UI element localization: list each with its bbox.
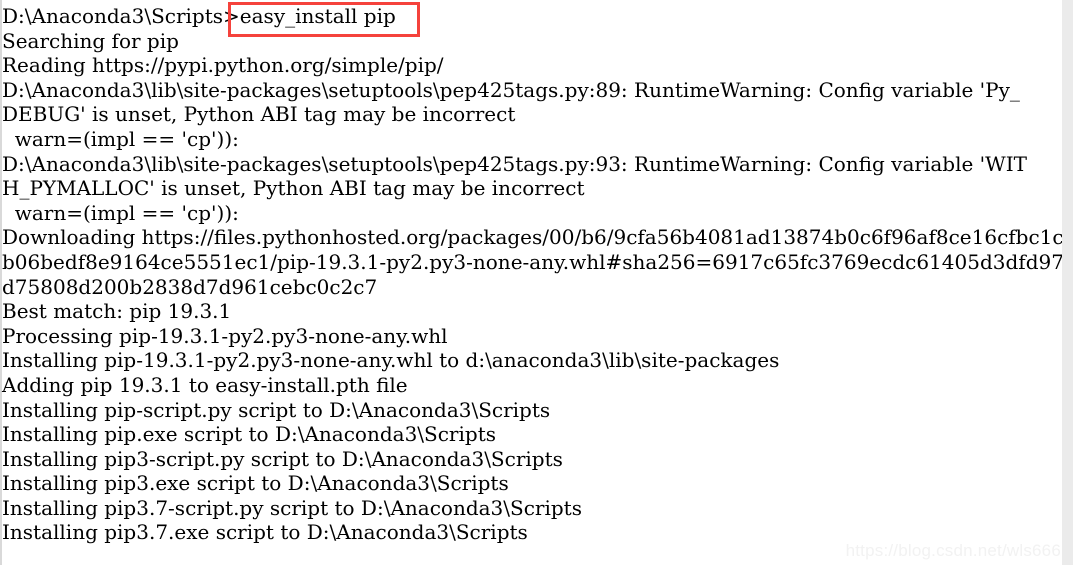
console-line: Installing pip3-script.py script to D:\A… [2, 446, 563, 471]
blog-watermark: https://blog.csdn.net/wls666 [845, 541, 1061, 560]
console-line: Processing pip-19.3.1-py2.py3-none-any.w… [2, 323, 448, 348]
console-line: Searching for pip [2, 28, 179, 53]
console-line: D:\Anaconda3\Scripts>easy_install pip [2, 4, 396, 28]
console-line: H_PYMALLOC' is unset, Python ABI tag may… [2, 176, 585, 201]
console-line: Downloading https://files.pythonhosted.o… [2, 225, 1064, 250]
console-line: D:\Anaconda3\lib\site-packages\setuptool… [2, 151, 1027, 176]
console-line: Installing pip-script.py script to D:\An… [2, 397, 551, 422]
console-line: Installing pip3.7-script.py script to D:… [2, 495, 582, 520]
console-line: D:\Anaconda3\lib\site-packages\setuptool… [2, 77, 1020, 102]
console-line: Installing pip-19.3.1-py2.py3-none-any.w… [2, 348, 780, 373]
console-line: Installing pip.exe script to D:\Anaconda… [2, 422, 496, 447]
console-line: b06bedf8e9164ce5551ec1/pip-19.3.1-py2.py… [2, 249, 1073, 274]
console-output-area[interactable]: D:\Anaconda3\Scripts>easy_install pip Sea… [0, 0, 1073, 565]
terminal-window[interactable]: D:\Anaconda3\Scripts>easy_install pip Sea… [0, 0, 1073, 565]
console-line: DEBUG' is unset, Python ABI tag may be i… [2, 102, 516, 127]
console-line: Installing pip3.exe script to D:\Anacond… [2, 471, 509, 496]
console-line: Adding pip 19.3.1 to easy-install.pth fi… [2, 372, 408, 397]
console-line: d75808d200b2838d7d961cebc0c2c7 [2, 274, 378, 299]
console-line: Best match: pip 19.3.1 [2, 299, 232, 324]
console-line: warn=(impl == 'cp')): [2, 200, 239, 225]
window-right-edge [1062, 0, 1073, 565]
console-line: Reading https://pypi.python.org/simple/p… [2, 53, 444, 78]
console-line: warn=(impl == 'cp')): [2, 126, 239, 151]
